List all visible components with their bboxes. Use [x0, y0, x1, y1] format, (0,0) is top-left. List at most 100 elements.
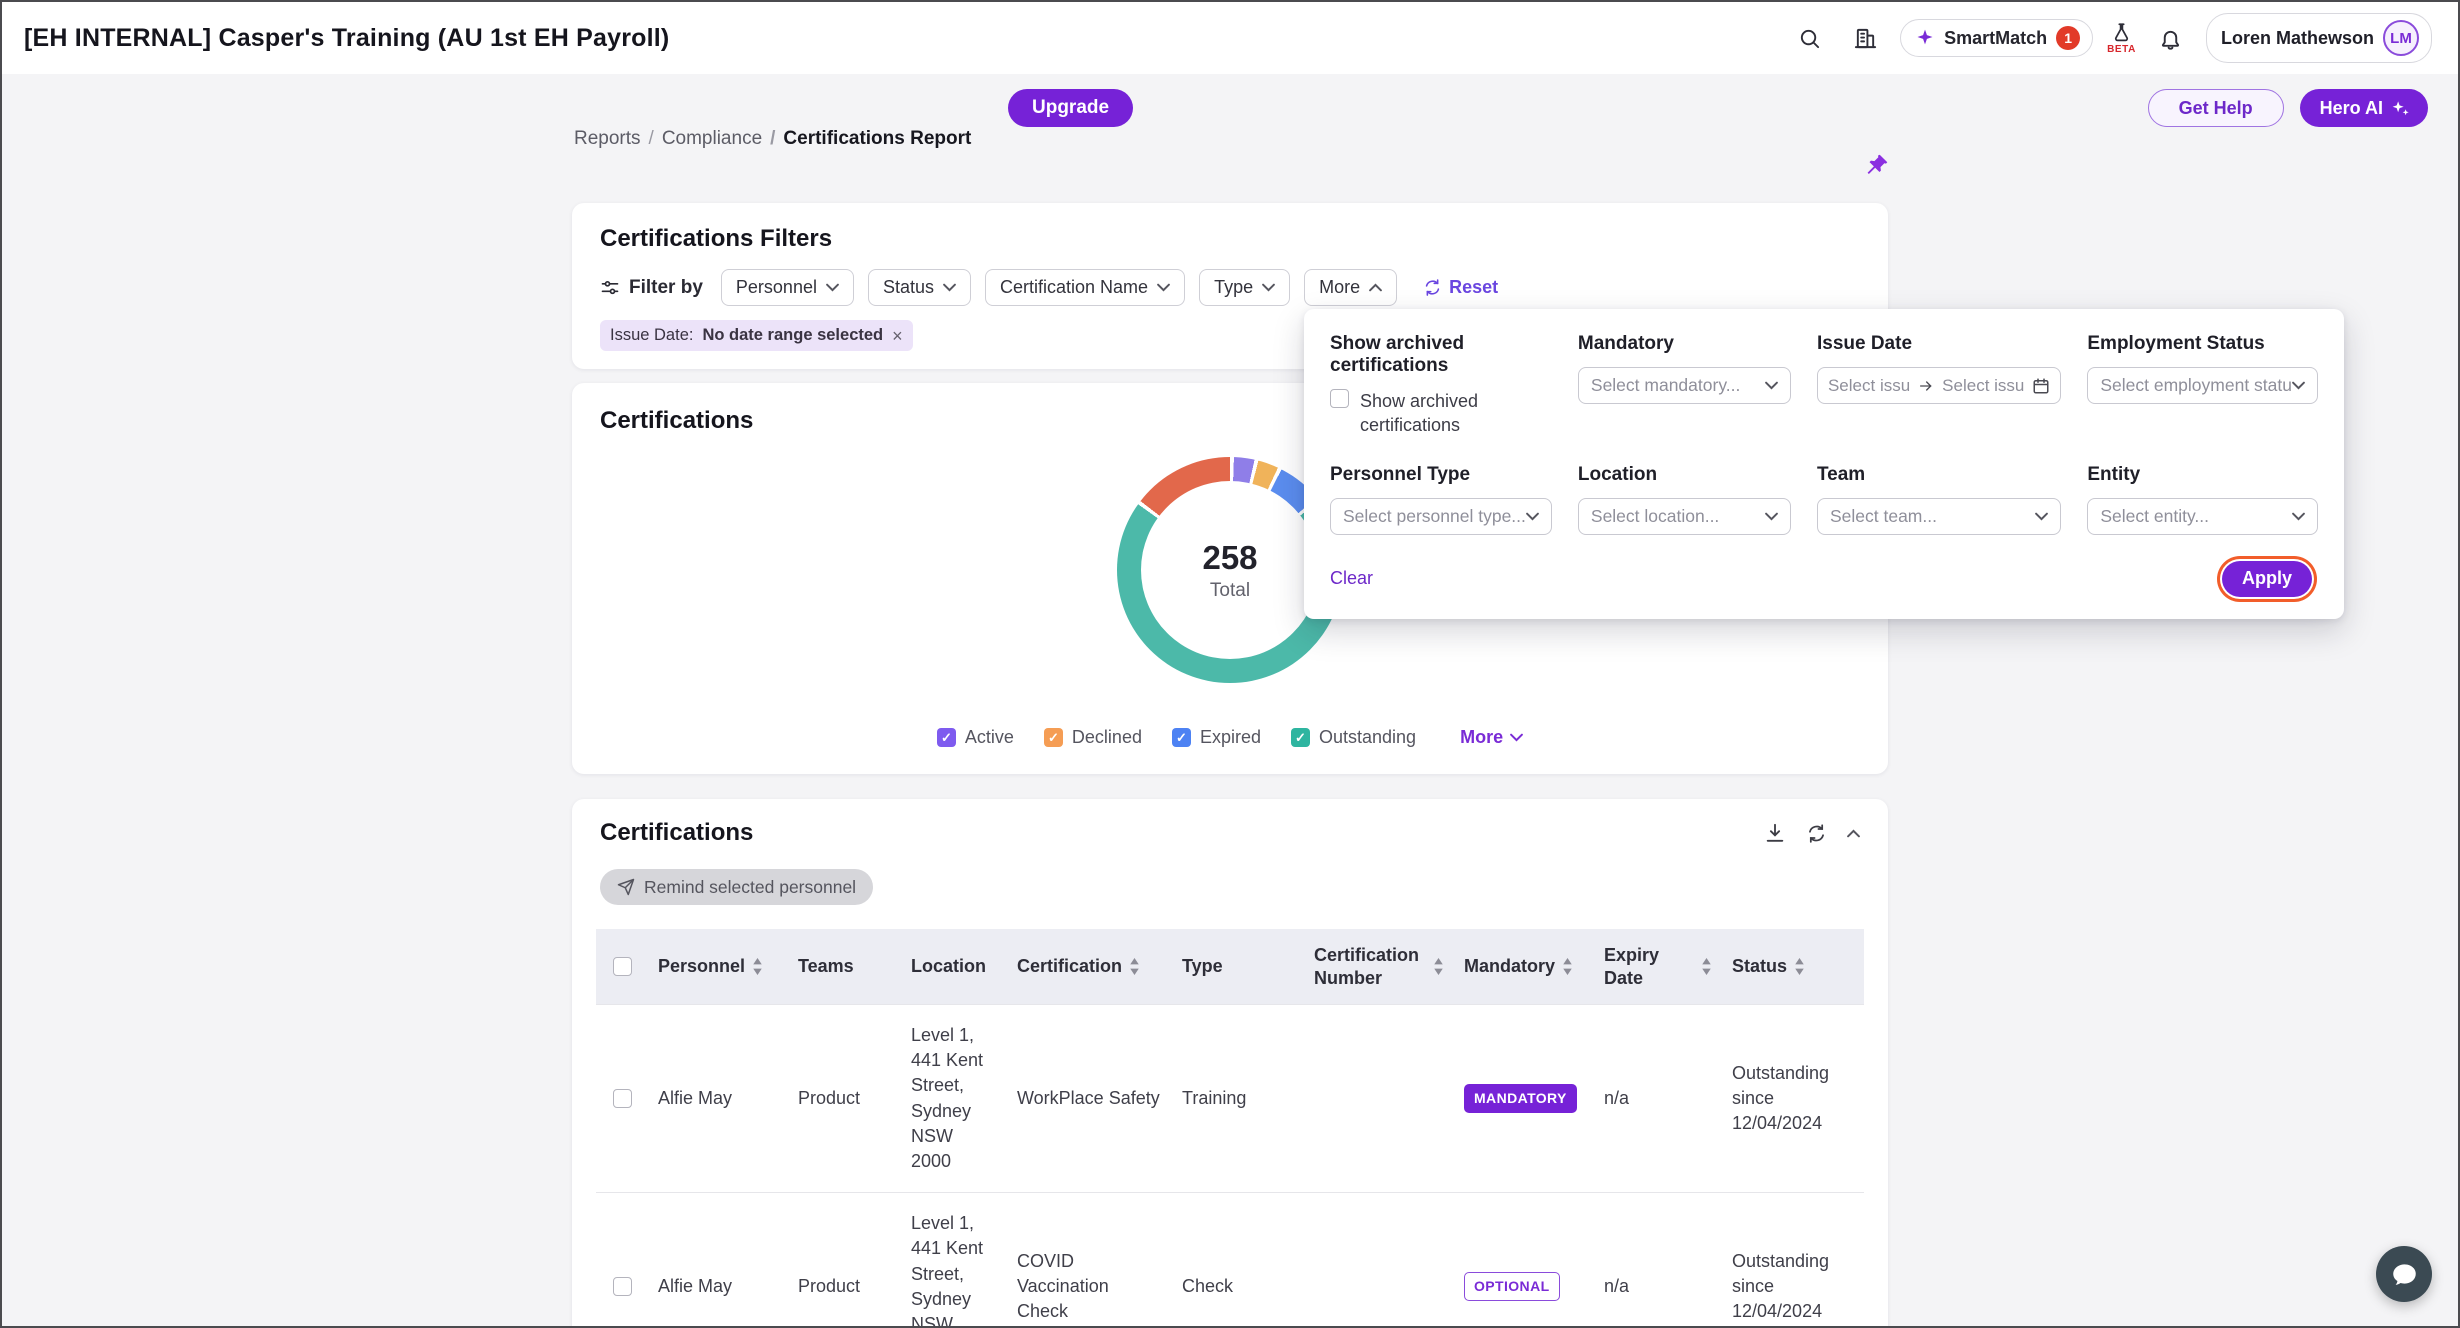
cell-mandatory: OPTIONAL	[1454, 1193, 1594, 1328]
cell-status: Outstanding since 12/04/2024	[1722, 1193, 1864, 1328]
column-header-personnel[interactable]: Personnel	[648, 929, 788, 1005]
chevron-down-icon	[1157, 283, 1170, 292]
filter-personnel-dropdown[interactable]: Personnel	[721, 269, 854, 306]
column-header-mandatory[interactable]: Mandatory	[1454, 929, 1594, 1005]
organisation-button[interactable]	[1844, 17, 1886, 59]
chart-legend: Active Declined Expired Outstanding More	[572, 727, 1888, 748]
beta-feature-button[interactable]: BETA	[2107, 22, 2136, 55]
close-icon[interactable]: ×	[892, 327, 903, 345]
row-checkbox[interactable]	[613, 1277, 632, 1296]
bell-icon	[2159, 27, 2182, 50]
issue-date-filter-tag: Issue Date: No date range selected ×	[600, 320, 913, 351]
download-button[interactable]	[1764, 822, 1786, 844]
notifications-button[interactable]	[2150, 17, 2192, 59]
mandatory-filter-field: Mandatory Select mandatory...	[1578, 333, 1791, 438]
checkbox-checked-icon[interactable]	[1044, 728, 1063, 747]
location-filter-field: Location Select location...	[1578, 464, 1791, 535]
sort-icon	[1701, 958, 1712, 975]
smartmatch-button[interactable]: SmartMatch 1	[1900, 19, 2093, 57]
show-archived-checkbox[interactable]	[1330, 389, 1349, 408]
table-row: Alfie May Product Level 1, 441 Kent Stre…	[596, 1005, 1864, 1193]
chevron-down-icon	[826, 283, 839, 292]
sliders-icon	[600, 278, 620, 298]
beta-label: BETA	[2107, 44, 2136, 55]
chevron-up-icon	[1369, 283, 1382, 292]
chevron-down-icon	[1526, 512, 1539, 521]
reset-filters-button[interactable]: Reset	[1423, 277, 1498, 298]
sparkles-icon	[2391, 99, 2410, 118]
employment-status-select[interactable]: Select employment statu	[2087, 367, 2318, 404]
legend-item-declined[interactable]: Declined	[1044, 727, 1142, 748]
upgrade-button[interactable]: Upgrade	[1008, 89, 1133, 127]
table-row: Alfie May Product Level 1, 441 Kent Stre…	[596, 1193, 1864, 1328]
chevron-down-icon	[1765, 381, 1778, 390]
filter-status-dropdown[interactable]: Status	[868, 269, 971, 306]
column-header-certification-number[interactable]: Certification Number	[1304, 929, 1454, 1005]
user-menu[interactable]: Loren Mathewson LM	[2206, 13, 2432, 63]
apply-filters-button[interactable]: Apply	[2222, 561, 2312, 597]
chat-launcher-button[interactable]	[2376, 1246, 2432, 1302]
collapse-button[interactable]	[1847, 829, 1860, 838]
refresh-icon	[1806, 823, 1827, 844]
cell-teams: Product	[788, 1193, 901, 1328]
cell-certification-number	[1304, 1005, 1454, 1193]
calendar-icon	[2032, 377, 2050, 395]
column-header-teams: Teams	[788, 929, 901, 1005]
chevron-down-icon	[2035, 512, 2048, 521]
checkbox-checked-icon[interactable]	[937, 728, 956, 747]
legend-item-active[interactable]: Active	[937, 727, 1014, 748]
smartmatch-label: SmartMatch	[1944, 28, 2047, 49]
search-button[interactable]	[1788, 17, 1830, 59]
cell-type: Training	[1172, 1005, 1304, 1193]
personnel-type-select[interactable]: Select personnel type...	[1330, 498, 1552, 535]
table-card-title: Certifications	[600, 819, 753, 847]
filter-type-dropdown[interactable]: Type	[1199, 269, 1290, 306]
get-help-button[interactable]: Get Help	[2148, 89, 2284, 127]
filter-more-dropdown[interactable]: More	[1304, 269, 1397, 306]
building-icon	[1854, 27, 1877, 50]
mandatory-select[interactable]: Select mandatory...	[1578, 367, 1791, 404]
legend-item-outstanding[interactable]: Outstanding	[1291, 727, 1416, 748]
issue-date-range-input[interactable]: Select issu Select issu	[1817, 367, 2061, 404]
breadcrumb-reports[interactable]: Reports	[574, 128, 641, 150]
search-icon	[1798, 27, 1821, 50]
more-filters-panel: Show archived certifications Show archiv…	[1304, 309, 2344, 619]
chevron-down-icon	[1510, 733, 1523, 742]
top-bar: [EH INTERNAL] Casper's Training (AU 1st …	[2, 2, 2458, 74]
row-checkbox[interactable]	[613, 1089, 632, 1108]
column-header-location: Location	[901, 929, 1007, 1005]
cell-personnel: Alfie May	[648, 1193, 788, 1328]
column-header-certification[interactable]: Certification	[1007, 929, 1172, 1005]
hero-ai-button[interactable]: Hero AI	[2300, 89, 2428, 127]
filter-certification-name-dropdown[interactable]: Certification Name	[985, 269, 1185, 306]
clear-filters-button[interactable]: Clear	[1330, 568, 1373, 589]
checkbox-checked-icon[interactable]	[1172, 728, 1191, 747]
team-select[interactable]: Select team...	[1817, 498, 2061, 535]
sort-icon	[1129, 958, 1140, 975]
smartmatch-badge: 1	[2056, 26, 2080, 50]
column-header-expiry-date[interactable]: Expiry Date	[1594, 929, 1722, 1005]
donut-total-label: Total	[1210, 580, 1250, 602]
cell-mandatory: MANDATORY	[1454, 1005, 1594, 1193]
location-select[interactable]: Select location...	[1578, 498, 1791, 535]
archived-filter-field: Show archived certifications Show archiv…	[1330, 333, 1552, 438]
legend-more-dropdown[interactable]: More	[1460, 727, 1523, 748]
arrow-right-icon	[1918, 378, 1934, 394]
remind-selected-personnel-button[interactable]: Remind selected personnel	[600, 869, 873, 905]
select-all-checkbox[interactable]	[613, 957, 632, 976]
refresh-button[interactable]	[1806, 823, 1827, 844]
cell-type: Check	[1172, 1193, 1304, 1328]
legend-item-expired[interactable]: Expired	[1172, 727, 1261, 748]
cell-certification: WorkPlace Safety	[1007, 1005, 1172, 1193]
filters-title: Certifications Filters	[600, 225, 1860, 253]
pin-report-button[interactable]	[1864, 152, 1890, 181]
breadcrumb-compliance[interactable]: Compliance	[649, 128, 763, 150]
entity-select[interactable]: Select entity...	[2087, 498, 2318, 535]
checkbox-checked-icon[interactable]	[1291, 728, 1310, 747]
column-header-status[interactable]: Status	[1722, 929, 1864, 1005]
chevron-down-icon	[2292, 381, 2305, 390]
chevron-down-icon	[1765, 512, 1778, 521]
cell-status: Outstanding since 12/04/2024	[1722, 1005, 1864, 1193]
certifications-table: Personnel Teams Location Certification T…	[596, 929, 1864, 1328]
mandatory-badge: MANDATORY	[1464, 1084, 1577, 1114]
